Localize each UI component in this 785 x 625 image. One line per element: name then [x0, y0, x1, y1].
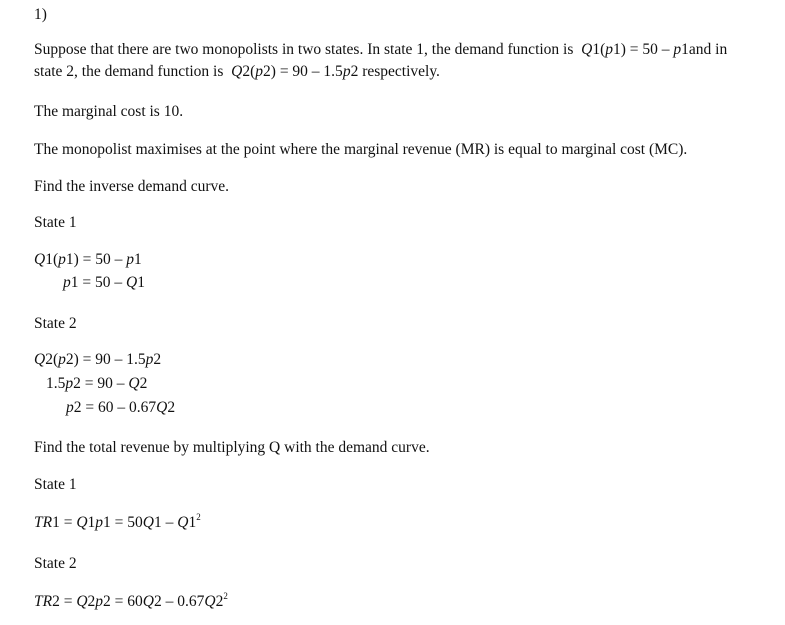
inverse-demand-heading: Find the inverse demand curve.: [34, 178, 229, 195]
intro-line-1: Suppose that there are two monopolists i…: [34, 40, 727, 60]
marginal-cost-text: The marginal cost is 10.: [34, 103, 184, 120]
state2-label: State 2: [34, 315, 77, 332]
state1-eq-2: p1 = 50 – Q1: [63, 274, 145, 291]
question-number: 1): [34, 6, 47, 23]
tr2-equation: TR2 = Q2p2 = 60Q2 – 0.67Q22: [34, 591, 228, 611]
state1-eq-1: Q1(p1) = 50 – p1: [34, 251, 142, 268]
intro-text-1: Suppose that there are two monopolists i…: [34, 41, 574, 58]
state2-eq-1: Q2(p2) = 90 – 1.5p2: [34, 351, 162, 368]
intro-line-2: state 2, the demand function is Q2(p2) =…: [34, 62, 440, 82]
intro-tail-1: and in: [688, 41, 728, 58]
maximisation-text: The monopolist maximises at the point wh…: [34, 141, 688, 158]
state1-label: State 1: [34, 214, 77, 231]
state2-eq-3: p2 = 60 – 0.67Q2: [66, 399, 176, 416]
tr-state1-label: State 1: [34, 476, 77, 493]
intro-tail-2: respectively.: [362, 63, 440, 80]
tr-state2-label: State 2: [34, 555, 77, 572]
demand-eq-state2: Q2(p2) = 90 – 1.5p2: [231, 63, 359, 80]
total-revenue-heading: Find the total revenue by multiplying Q …: [34, 439, 430, 456]
demand-eq-state1: Q1(p1) = 50 – p1: [581, 41, 689, 58]
intro-text-2: state 2, the demand function is: [34, 63, 224, 80]
tr1-equation: TR1 = Q1p1 = 50Q1 – Q12: [34, 512, 201, 532]
state2-eq-2: 1.5p2 = 90 – Q2: [46, 375, 148, 392]
